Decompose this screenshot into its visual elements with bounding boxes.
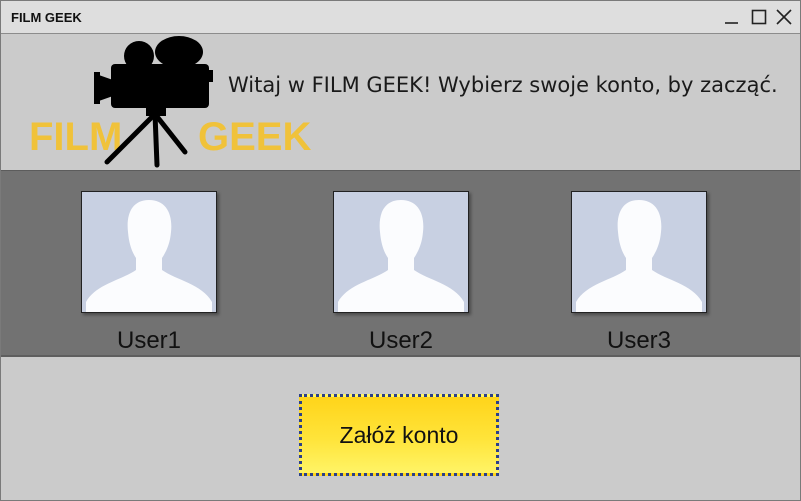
user-card-user3[interactable]: User3: [571, 191, 707, 354]
close-icon[interactable]: [774, 7, 794, 27]
title-bar[interactable]: FILM GEEK: [1, 1, 800, 34]
avatar[interactable]: [571, 191, 707, 313]
create-account-label: Załóż konto: [339, 421, 459, 448]
minimize-icon[interactable]: [722, 7, 742, 27]
create-account-button[interactable]: Załóż konto: [299, 394, 499, 476]
avatar[interactable]: [333, 191, 469, 313]
user-silhouette-icon: [338, 200, 464, 312]
window-title: FILM GEEK: [11, 10, 82, 25]
avatar[interactable]: [81, 191, 217, 313]
user-card-user1[interactable]: User1: [81, 191, 217, 354]
welcome-message: Witaj w FILM GEEK! Wybierz swoje konto, …: [228, 73, 778, 97]
user-name[interactable]: User3: [541, 327, 737, 355]
app-window: FILM GEEK FILM GEEK Witaj w FILM GEEK! W…: [0, 0, 801, 501]
user-card-user2[interactable]: User2: [333, 191, 469, 354]
movie-camera-icon: [94, 36, 213, 168]
user-name[interactable]: User1: [51, 327, 247, 355]
user-name[interactable]: User2: [303, 327, 499, 355]
user-silhouette-icon: [576, 200, 702, 312]
account-selector: User1 User2 User3: [1, 170, 800, 357]
user-silhouette-icon: [86, 200, 212, 312]
maximize-icon[interactable]: [749, 7, 769, 27]
